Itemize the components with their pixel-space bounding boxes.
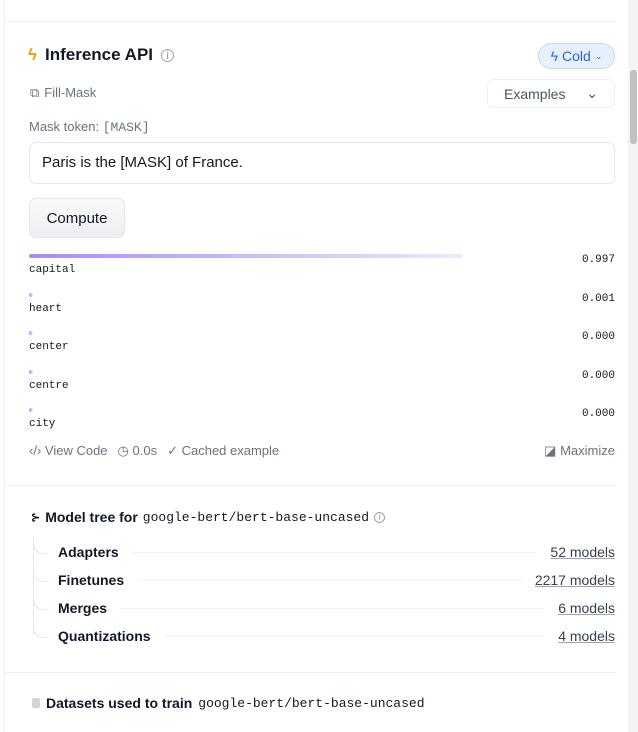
chevron-down-icon: ⌄ xyxy=(586,85,598,101)
result-label: heart xyxy=(29,302,63,315)
tree-line xyxy=(33,537,34,635)
info-icon[interactable]: i xyxy=(374,511,386,523)
fill-mask-icon: ⧉ xyxy=(30,85,40,100)
model-count-link[interactable]: 6 models xyxy=(558,600,615,616)
result-label: capital xyxy=(29,264,76,276)
dotted-leader xyxy=(138,579,521,581)
view-code-button[interactable]: ‹/› View Code xyxy=(29,443,108,459)
result-score: 0.000 xyxy=(581,369,615,382)
divider xyxy=(4,485,616,486)
result-row: heart 0.001 xyxy=(29,292,615,331)
model-count-link[interactable]: 4 models xyxy=(558,628,615,644)
divider xyxy=(4,672,616,673)
tree-item-adapters: Adapters 52 models xyxy=(58,544,615,560)
score-bar xyxy=(29,408,33,413)
model-count-link[interactable]: 2217 models xyxy=(535,572,615,588)
divider xyxy=(4,21,616,22)
status-dropdown[interactable]: ϟ Cold ⌄ xyxy=(538,43,615,69)
task-label: ⧉ Fill-Mask xyxy=(30,85,97,100)
dotted-leader xyxy=(164,635,545,637)
score-bar xyxy=(29,292,33,297)
examples-dropdown[interactable]: Examples ⌄ xyxy=(487,79,615,108)
maximize-icon: ◪ xyxy=(544,443,557,458)
lightning-icon: ϟ xyxy=(28,45,37,64)
tree-icon: ⊱ xyxy=(31,511,41,524)
model-tree-title: ⊱ Model tree for google-bert/bert-base-u… xyxy=(31,509,386,525)
input-textarea[interactable]: Paris is the [MASK] of France. xyxy=(29,142,615,184)
dotted-leader xyxy=(121,607,545,609)
tree-item-merges: Merges 6 models xyxy=(58,600,615,616)
widget-footer: ‹/› View Code ◷ 0.0s ✓ Cached example xyxy=(29,443,279,459)
datasets-title: Datasets used to train google-bert/bert-… xyxy=(32,695,425,711)
result-score: 0.001 xyxy=(581,292,615,305)
result-score: 0.997 xyxy=(581,254,615,266)
database-icon xyxy=(32,698,40,708)
chevron-down-icon: ⌄ xyxy=(594,50,603,61)
result-label: centre xyxy=(29,379,69,392)
time-info: ◷ 0.0s xyxy=(117,443,158,458)
score-bar xyxy=(29,331,33,336)
score-bar xyxy=(29,254,462,258)
dotted-leader xyxy=(132,551,537,553)
result-score: 0.000 xyxy=(581,408,615,421)
scrollbar[interactable] xyxy=(628,0,638,732)
model-count-link[interactable]: 52 models xyxy=(550,544,615,560)
cached-info: ✓ Cached example xyxy=(167,443,280,458)
info-icon[interactable]: i xyxy=(161,48,175,62)
tree-item-finetunes: Finetunes 2217 models xyxy=(58,572,615,588)
result-label: city xyxy=(29,418,56,431)
tree-item-quantizations: Quantizations 4 models xyxy=(58,628,615,644)
scrollbar-thumb[interactable] xyxy=(630,70,637,144)
mask-token-info: Mask token: [MASK] xyxy=(29,119,150,135)
lightning-icon: ϟ xyxy=(550,48,559,64)
inference-title: ϟ Inference API i xyxy=(28,45,175,65)
result-score: 0.000 xyxy=(581,331,615,344)
result-label: center xyxy=(29,341,69,354)
result-row: centre 0.000 xyxy=(29,369,615,408)
result-row: center 0.000 xyxy=(29,331,615,369)
result-row: capital 0.997 xyxy=(29,254,615,292)
compute-button[interactable]: Compute xyxy=(29,198,125,238)
result-row: city 0.000 xyxy=(29,408,615,446)
maximize-button[interactable]: ◪ Maximize xyxy=(544,443,615,459)
score-bar xyxy=(29,369,33,374)
